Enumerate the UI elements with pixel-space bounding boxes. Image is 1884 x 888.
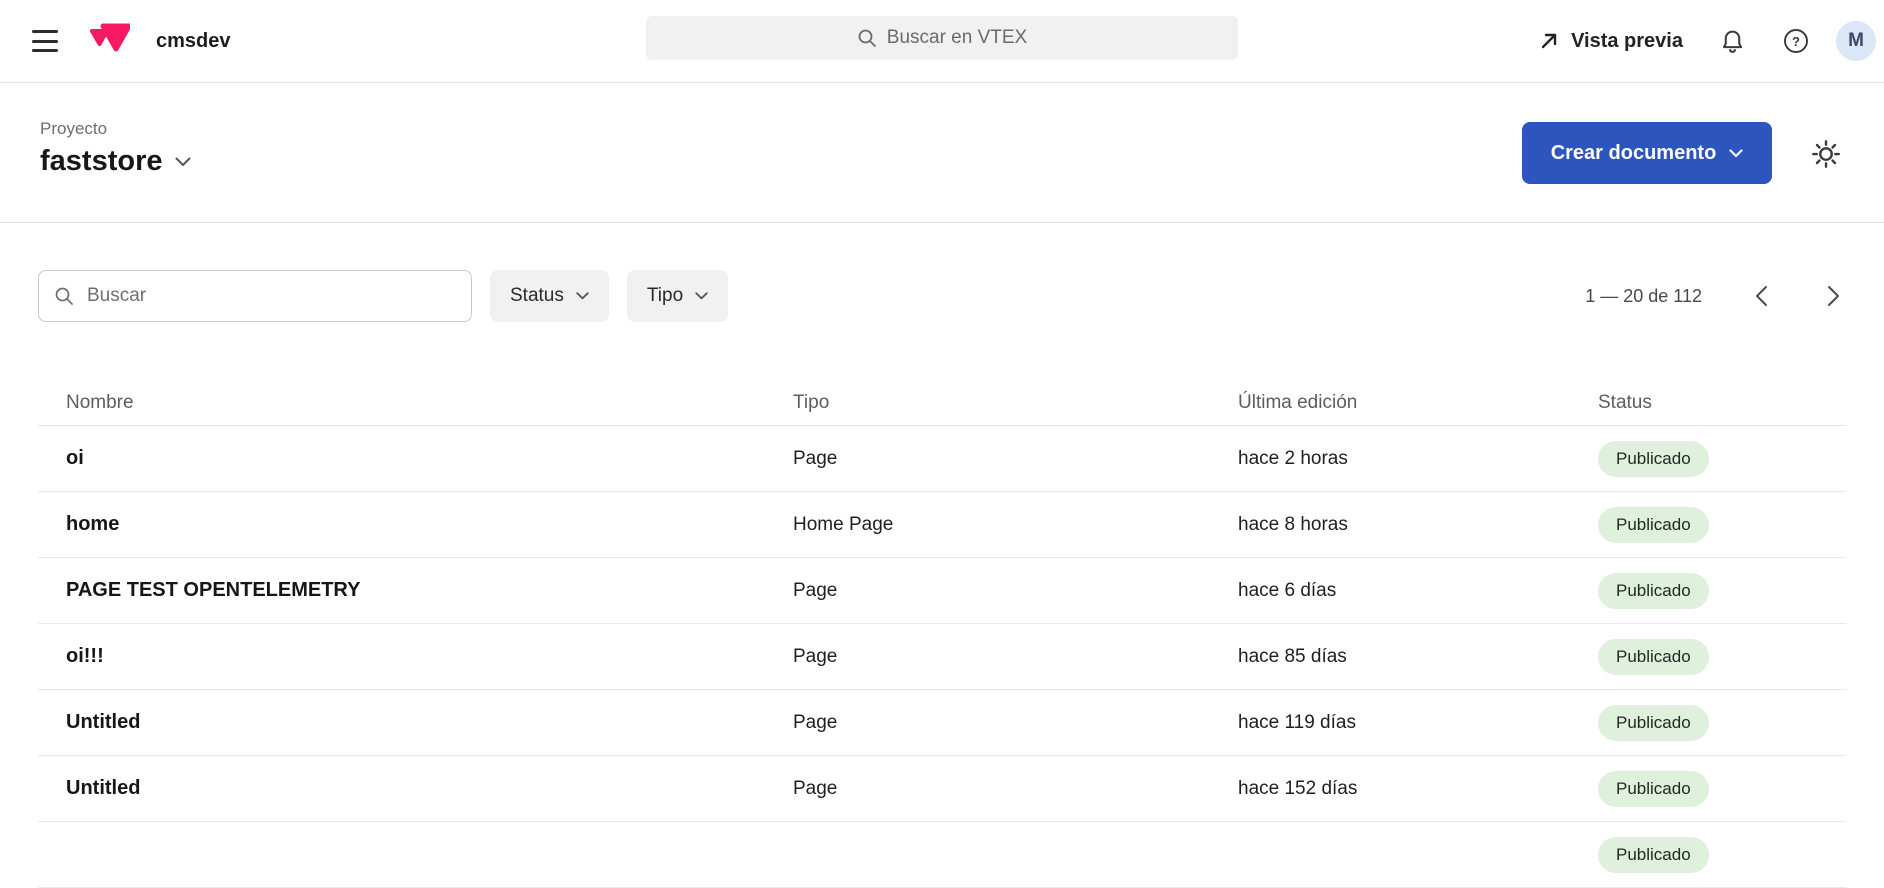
gear-icon <box>1811 139 1841 169</box>
document-list-section: Status Tipo 1 — 20 de 112 <box>0 223 1884 888</box>
account-name: cmsdev <box>156 29 231 52</box>
pagination: 1 — 20 de 112 <box>1585 283 1846 309</box>
column-header-ultima-edicion: Última edición <box>1238 391 1358 413</box>
chevron-down-icon <box>1729 148 1743 158</box>
status-badge: Publicado <box>1598 506 1709 543</box>
menu-icon[interactable] <box>32 30 58 52</box>
table-row-partial[interactable]: Publicado <box>38 822 1846 888</box>
status-badge: Publicado <box>1598 704 1709 741</box>
vtex-logo-icon[interactable] <box>90 23 130 59</box>
project-header: Proyecto faststore Crear documento <box>0 83 1884 223</box>
topbar: cmsdev Buscar en VTEX Vista previa ? M <box>0 0 1884 83</box>
filter-bar: Status Tipo 1 — 20 de 112 <box>38 270 1846 322</box>
chevron-left-icon <box>1755 285 1768 307</box>
settings-button[interactable] <box>1811 139 1841 169</box>
status-badge: Publicado <box>1598 770 1709 807</box>
status-filter-button[interactable]: Status <box>490 270 609 322</box>
table-row[interactable]: Untitled Page hace 152 días Publicado <box>38 756 1846 822</box>
column-header-nombre: Nombre <box>66 391 134 413</box>
table-body: oi Page hace 2 horas Publicado home Home… <box>38 426 1846 822</box>
user-avatar[interactable]: M <box>1836 21 1876 61</box>
preview-label: Vista previa <box>1571 29 1683 52</box>
table-row[interactable]: oi!!! Page hace 85 días Publicado <box>38 624 1846 690</box>
notifications-button[interactable] <box>1719 28 1746 55</box>
bell-icon <box>1719 28 1746 55</box>
table-row[interactable]: home Home Page hace 8 horas Publicado <box>38 492 1846 558</box>
global-search-button[interactable]: Buscar en VTEX <box>646 16 1238 60</box>
column-header-tipo: Tipo <box>793 391 830 413</box>
document-last-edited: hace 119 días <box>1238 711 1356 733</box>
document-type: Page <box>793 579 838 601</box>
table-row[interactable]: oi Page hace 2 horas Publicado <box>38 426 1846 492</box>
document-type: Page <box>793 645 838 667</box>
project-label: Proyecto <box>40 119 108 138</box>
status-badge: Publicado <box>1598 638 1709 675</box>
arrow-up-right-icon <box>1538 30 1560 52</box>
documents-table: Nombre Tipo Última edición Status oi Pag… <box>38 380 1846 888</box>
search-icon <box>54 286 74 306</box>
avatar-initial: M <box>1848 30 1864 51</box>
status-badge: Publicado <box>1598 440 1709 477</box>
table-header: Nombre Tipo Última edición Status <box>38 380 1846 426</box>
document-last-edited: hace 6 días <box>1238 579 1337 601</box>
project-name: faststore <box>40 145 163 177</box>
topbar-left-group: cmsdev <box>32 0 231 82</box>
search-icon <box>857 28 877 48</box>
project-selector[interactable]: faststore <box>40 145 191 178</box>
pagination-next-button[interactable] <box>1820 283 1846 309</box>
question-circle-icon: ? <box>1782 27 1810 55</box>
status-badge: Publicado <box>1598 572 1709 609</box>
table-row[interactable]: Untitled Page hace 119 días Publicado <box>38 690 1846 756</box>
column-header-status: Status <box>1598 391 1652 413</box>
document-name: oi <box>66 447 84 469</box>
document-last-edited: hace 8 horas <box>1238 513 1348 535</box>
document-type: Page <box>793 777 838 799</box>
status-badge: Publicado <box>1598 836 1709 873</box>
document-last-edited: hace 152 días <box>1238 777 1358 799</box>
chevron-down-icon <box>576 292 589 300</box>
document-type: Page <box>793 447 838 469</box>
table-row[interactable]: PAGE TEST OPENTELEMETRY Page hace 6 días… <box>38 558 1846 624</box>
svg-text:?: ? <box>1792 34 1800 49</box>
pagination-prev-button[interactable] <box>1748 283 1774 309</box>
document-last-edited: hace 85 días <box>1238 645 1347 667</box>
global-search-placeholder: Buscar en VTEX <box>886 27 1028 48</box>
document-type: Page <box>793 711 838 733</box>
chevron-down-icon <box>695 292 708 300</box>
document-type: Home Page <box>793 513 894 535</box>
help-button[interactable]: ? <box>1782 27 1810 55</box>
status-filter-label: Status <box>510 285 564 306</box>
document-name: PAGE TEST OPENTELEMETRY <box>66 579 361 601</box>
list-search-field <box>38 270 472 322</box>
create-document-label: Crear documento <box>1550 141 1717 164</box>
document-name: oi!!! <box>66 645 104 667</box>
list-search-input[interactable] <box>38 270 472 322</box>
create-document-button[interactable]: Crear documento <box>1522 122 1772 184</box>
document-last-edited: hace 2 horas <box>1238 447 1348 469</box>
tipo-filter-button[interactable]: Tipo <box>626 270 729 322</box>
pagination-range: 1 — 20 de 112 <box>1585 285 1702 306</box>
chevron-right-icon <box>1827 285 1840 307</box>
chevron-down-icon <box>175 157 191 167</box>
document-name: home <box>66 513 120 535</box>
topbar-right-group: Vista previa ? M <box>1538 0 1876 82</box>
tipo-filter-label: Tipo <box>646 285 684 306</box>
document-name: Untitled <box>66 777 141 799</box>
document-name: Untitled <box>66 711 141 733</box>
preview-button[interactable]: Vista previa <box>1538 30 1683 53</box>
